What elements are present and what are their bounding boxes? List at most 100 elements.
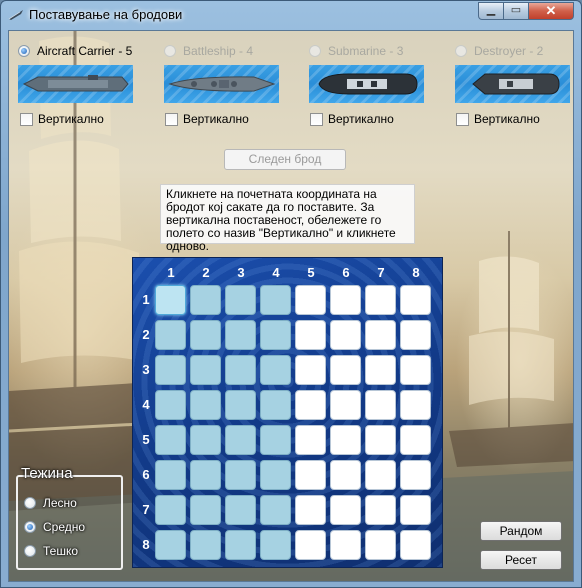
- board-cell[interactable]: [330, 320, 361, 350]
- board-cell[interactable]: [365, 285, 396, 315]
- board-cell[interactable]: [330, 355, 361, 385]
- radio-aircraft-carrier[interactable]: [18, 45, 30, 57]
- board-cell[interactable]: [295, 495, 326, 525]
- board-cell[interactable]: [155, 320, 186, 350]
- board-cell[interactable]: [225, 425, 256, 455]
- difficulty-easy[interactable]: Лесно: [24, 495, 114, 513]
- board-cell[interactable]: [260, 285, 291, 315]
- radio-easy[interactable]: [24, 497, 36, 509]
- ship-option-battleship[interactable]: Battleship - 4: [164, 43, 284, 63]
- board-cell[interactable]: [225, 390, 256, 420]
- ship-option-aircraft-carrier[interactable]: Aircraft Carrier - 5: [18, 43, 138, 63]
- checkbox-box[interactable]: [20, 113, 33, 126]
- board-cell[interactable]: [330, 425, 361, 455]
- title-bar[interactable]: Поставување на бродови ▁ ▭ ✕: [1, 1, 581, 29]
- checkbox-box[interactable]: [456, 113, 469, 126]
- maximize-button[interactable]: ▭: [503, 2, 529, 20]
- reset-button[interactable]: Ресет: [480, 550, 562, 570]
- board-cell[interactable]: [190, 530, 221, 560]
- board-cell[interactable]: [190, 390, 221, 420]
- board-cell[interactable]: [400, 285, 431, 315]
- board-cell[interactable]: [295, 425, 326, 455]
- board-cell[interactable]: [155, 355, 186, 385]
- board-cell[interactable]: [260, 320, 291, 350]
- radio-destroyer[interactable]: [455, 45, 467, 57]
- placement-board[interactable]: 1 2 3 4 5 6 7 8 1 2 3 4 5 6 7 8: [132, 257, 443, 568]
- board-cell[interactable]: [365, 460, 396, 490]
- column-header: 3: [237, 265, 245, 280]
- board-cell[interactable]: [190, 460, 221, 490]
- board-cell[interactable]: [190, 355, 221, 385]
- board-cell[interactable]: [330, 390, 361, 420]
- board-cell[interactable]: [155, 460, 186, 490]
- board-cell[interactable]: [330, 285, 361, 315]
- board-cell[interactable]: [295, 460, 326, 490]
- board-cell[interactable]: [365, 320, 396, 350]
- difficulty-label: Лесно: [43, 496, 77, 510]
- board-cell[interactable]: [225, 355, 256, 385]
- board-cell[interactable]: [400, 460, 431, 490]
- board-cell[interactable]: [190, 495, 221, 525]
- board-cell[interactable]: [155, 425, 186, 455]
- board-cell[interactable]: [225, 530, 256, 560]
- checkbox-box[interactable]: [310, 113, 323, 126]
- board-cell[interactable]: [260, 460, 291, 490]
- board-cell[interactable]: [295, 285, 326, 315]
- board-cell[interactable]: [330, 495, 361, 525]
- radio-battleship[interactable]: [164, 45, 176, 57]
- board-cell[interactable]: [365, 355, 396, 385]
- board-cell[interactable]: [155, 285, 186, 315]
- board-cell[interactable]: [295, 530, 326, 560]
- battleship-image[interactable]: [164, 65, 279, 103]
- board-cell[interactable]: [400, 390, 431, 420]
- destroyer-image[interactable]: [455, 65, 570, 103]
- board-cell[interactable]: [365, 390, 396, 420]
- board-cell[interactable]: [260, 355, 291, 385]
- vertical-checkbox-destroyer[interactable]: Вертикално: [456, 112, 556, 128]
- board-cell[interactable]: [155, 495, 186, 525]
- aircraft-carrier-image[interactable]: [18, 65, 133, 103]
- board-cell[interactable]: [260, 530, 291, 560]
- board-cell[interactable]: [190, 320, 221, 350]
- board-cell[interactable]: [400, 425, 431, 455]
- board-cell[interactable]: [190, 425, 221, 455]
- board-cell[interactable]: [400, 495, 431, 525]
- board-cell[interactable]: [260, 425, 291, 455]
- board-cell[interactable]: [400, 355, 431, 385]
- board-cell[interactable]: [225, 460, 256, 490]
- radio-medium[interactable]: [24, 521, 36, 533]
- vertical-checkbox-battleship[interactable]: Вертикално: [165, 112, 265, 128]
- next-ship-button[interactable]: Следен брод: [224, 149, 346, 170]
- vertical-checkbox-carrier[interactable]: Вертикално: [20, 112, 120, 128]
- board-cell[interactable]: [295, 355, 326, 385]
- board-cell[interactable]: [400, 530, 431, 560]
- ship-option-submarine[interactable]: Submarine - 3: [309, 43, 429, 63]
- board-cell[interactable]: [225, 285, 256, 315]
- difficulty-medium[interactable]: Средно: [24, 519, 114, 537]
- board-cell[interactable]: [260, 495, 291, 525]
- board-cell[interactable]: [295, 390, 326, 420]
- board-cell[interactable]: [225, 495, 256, 525]
- board-cell[interactable]: [365, 530, 396, 560]
- board-cell[interactable]: [330, 530, 361, 560]
- checkbox-box[interactable]: [165, 113, 178, 126]
- minimize-button[interactable]: ▁: [478, 2, 504, 20]
- board-cell[interactable]: [365, 495, 396, 525]
- board-cell[interactable]: [155, 530, 186, 560]
- random-button[interactable]: Рандом: [480, 521, 562, 541]
- board-cell[interactable]: [330, 460, 361, 490]
- ship-option-destroyer[interactable]: Destroyer - 2: [455, 43, 570, 63]
- board-cell[interactable]: [155, 390, 186, 420]
- board-cell[interactable]: [260, 390, 291, 420]
- board-cell[interactable]: [365, 425, 396, 455]
- board-cell[interactable]: [295, 320, 326, 350]
- vertical-checkbox-submarine[interactable]: Вертикално: [310, 112, 410, 128]
- radio-hard[interactable]: [24, 545, 36, 557]
- board-cell[interactable]: [190, 285, 221, 315]
- board-cell[interactable]: [225, 320, 256, 350]
- board-cell[interactable]: [400, 320, 431, 350]
- submarine-image[interactable]: [309, 65, 424, 103]
- radio-submarine[interactable]: [309, 45, 321, 57]
- difficulty-hard[interactable]: Тешко: [24, 543, 114, 561]
- close-button[interactable]: ✕: [528, 2, 574, 20]
